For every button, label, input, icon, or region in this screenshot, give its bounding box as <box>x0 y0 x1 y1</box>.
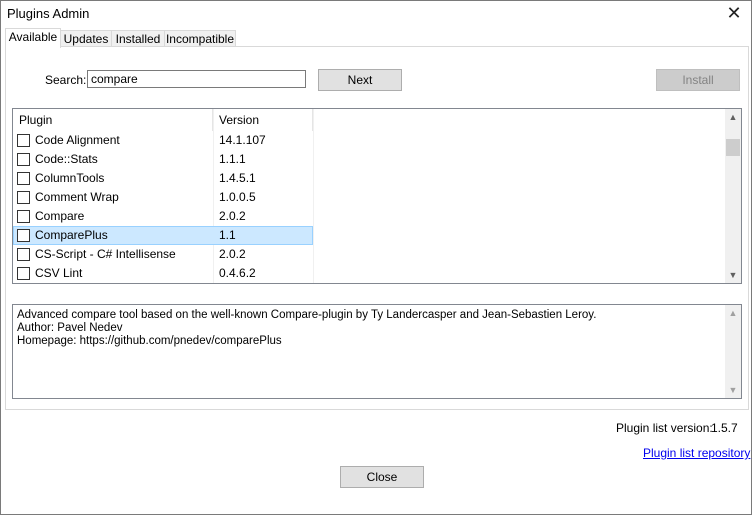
scroll-thumb[interactable] <box>726 139 740 156</box>
plugin-name: ComparePlus <box>35 228 108 242</box>
list-header: Plugin Version <box>13 109 313 131</box>
column-separator <box>313 109 314 283</box>
install-button[interactable]: Install <box>656 69 740 91</box>
plugin-name: ColumnTools <box>35 171 105 185</box>
search-input[interactable] <box>87 70 306 88</box>
scroll-down-icon[interactable]: ▼ <box>725 382 741 398</box>
list-item[interactable]: Compare 2.0.2 <box>13 207 313 226</box>
plugin-checkbox[interactable] <box>17 210 30 223</box>
list-item[interactable]: CS-Script - C# Intellisense 2.0.2 <box>13 245 313 264</box>
description-author: Author: Pavel Nedev <box>17 322 123 334</box>
window-title: Plugins Admin <box>7 6 90 21</box>
close-button[interactable]: Close <box>340 466 424 488</box>
description-scrollbar[interactable]: ▲ ▼ <box>725 305 741 398</box>
plugin-name: Compare <box>35 209 85 223</box>
plugin-list-repository-link[interactable]: Plugin list repository <box>643 446 750 460</box>
plugin-name: CS-Script - C# Intellisense <box>35 247 176 261</box>
tab-incompatible[interactable]: Incompatible <box>164 30 236 47</box>
plugin-name: CSV Lint <box>35 266 83 280</box>
plugin-checkbox[interactable] <box>17 172 30 185</box>
scroll-up-icon[interactable]: ▲ <box>725 109 741 125</box>
plugin-list: Plugin Version Code Alignment 14.1.107 C… <box>12 108 742 284</box>
plugin-name: Code::Stats <box>35 152 98 166</box>
plugin-version: 2.0.2 <box>219 209 246 223</box>
plugin-checkbox[interactable] <box>17 153 30 166</box>
plugin-version: 1.1.1 <box>219 152 246 166</box>
description-homepage: Homepage: https://github.com/pnedev/comp… <box>17 335 282 347</box>
plugin-list-version-value: 1.5.7 <box>711 421 738 435</box>
plugin-checkbox[interactable] <box>17 229 30 242</box>
list-item[interactable]: Comment Wrap 1.0.0.5 <box>13 188 313 207</box>
plugin-checkbox[interactable] <box>17 267 30 280</box>
list-item-selected[interactable]: ComparePlus 1.1 <box>13 226 313 245</box>
list-item[interactable]: CSV Lint 0.4.6.2 <box>13 264 313 283</box>
close-window-icon[interactable]: ✕ <box>717 1 751 27</box>
plugin-version: 1.4.5.1 <box>219 171 256 185</box>
plugin-version: 1.1 <box>219 228 236 242</box>
next-button[interactable]: Next <box>318 69 402 91</box>
description-text: Advanced compare tool based on the well-… <box>17 309 597 321</box>
scroll-down-icon[interactable]: ▼ <box>725 267 741 283</box>
column-header-plugin[interactable]: Plugin <box>13 109 213 131</box>
plugin-version: 1.0.0.5 <box>219 190 256 204</box>
plugin-name: Comment Wrap <box>35 190 119 204</box>
plugin-name: Code Alignment <box>35 133 120 147</box>
search-label: Search: <box>45 73 87 87</box>
list-item[interactable]: ColumnTools 1.4.5.1 <box>13 169 313 188</box>
scroll-up-icon[interactable]: ▲ <box>725 305 741 321</box>
plugin-version: 14.1.107 <box>219 133 266 147</box>
tab-available[interactable]: Available <box>5 28 61 48</box>
plugin-list-version-label: Plugin list version: <box>616 421 713 435</box>
plugin-checkbox[interactable] <box>17 191 30 204</box>
column-header-version[interactable]: Version <box>213 109 313 131</box>
title-bar: Plugins Admin ✕ <box>1 1 751 27</box>
tab-installed[interactable]: Installed <box>111 30 165 47</box>
plugin-description-box[interactable]: Advanced compare tool based on the well-… <box>12 304 742 399</box>
tab-updates[interactable]: Updates <box>60 30 112 47</box>
plugin-checkbox[interactable] <box>17 248 30 261</box>
plugin-checkbox[interactable] <box>17 134 30 147</box>
list-scrollbar[interactable]: ▲ ▼ <box>725 109 741 283</box>
plugin-version: 2.0.2 <box>219 247 246 261</box>
plugins-admin-window: Plugins Admin ✕ Available Updates Instal… <box>0 0 752 515</box>
plugin-version: 0.4.6.2 <box>219 266 256 280</box>
list-item[interactable]: Code Alignment 14.1.107 <box>13 131 313 150</box>
list-item[interactable]: Code::Stats 1.1.1 <box>13 150 313 169</box>
